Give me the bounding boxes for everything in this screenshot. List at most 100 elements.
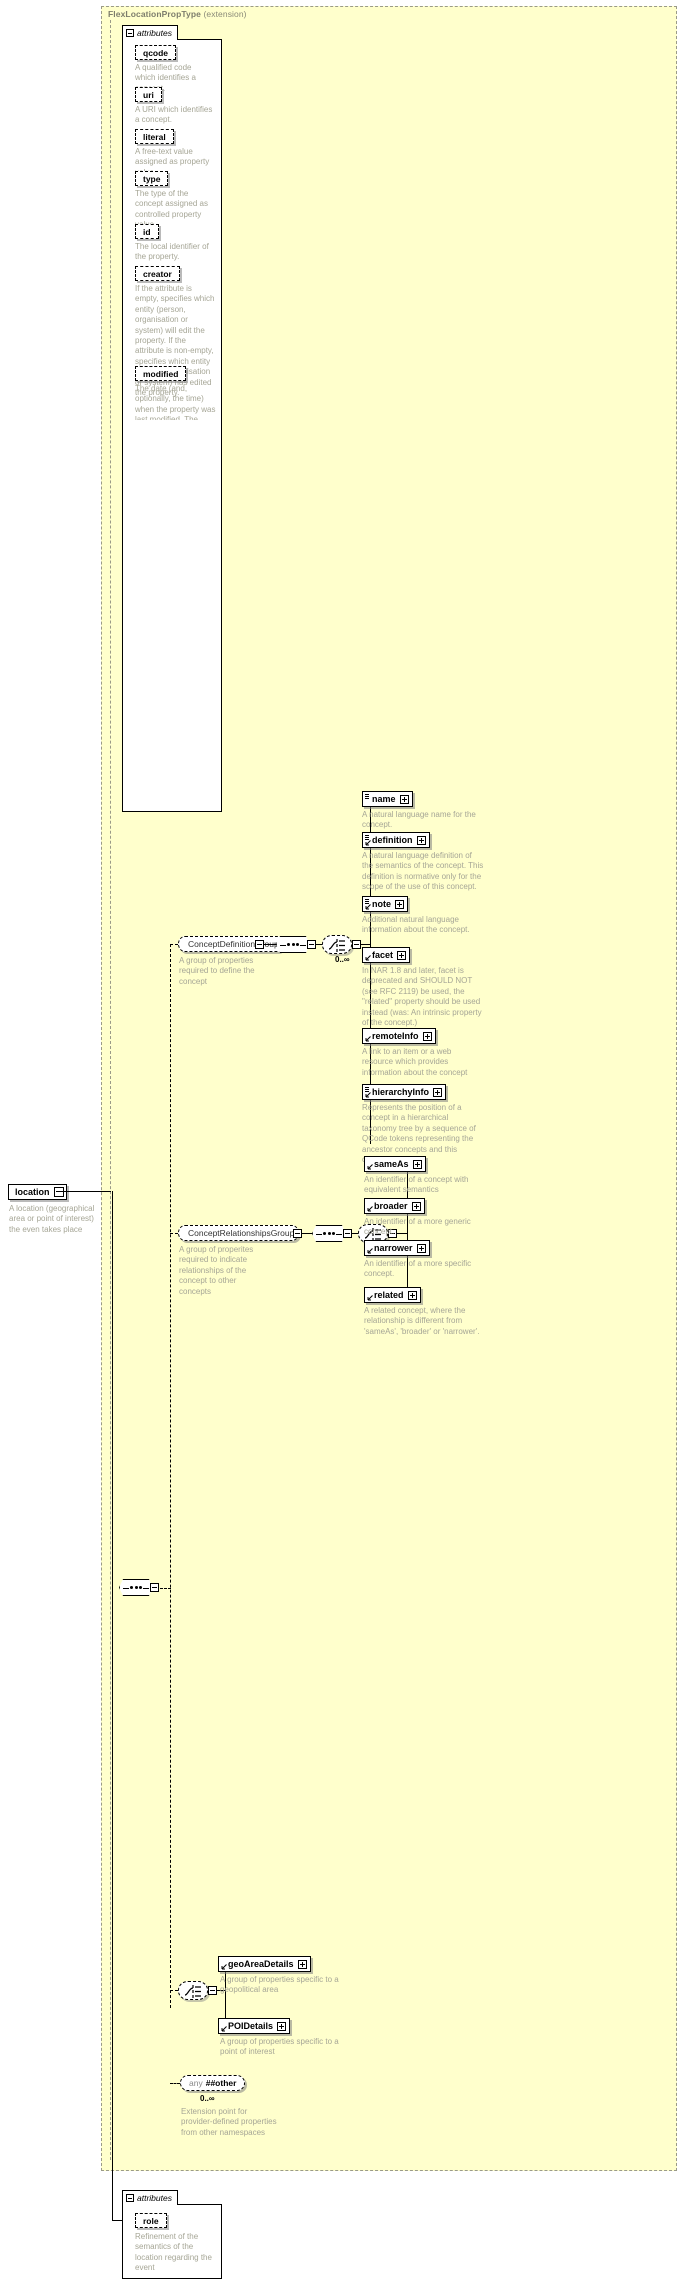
plus-icon[interactable] [395, 899, 404, 909]
attribute-name: role [143, 2215, 159, 2226]
element-location[interactable]: location [8, 1184, 67, 1200]
any-namespace: ##other [205, 2078, 237, 2088]
ref-arrow-icon [365, 955, 371, 961]
plus-icon[interactable] [433, 1087, 443, 1097]
element-geoareadetails[interactable]: geoAreaDetails [218, 1956, 311, 1972]
attributes-panel-top-lower [122, 420, 222, 812]
plus-icon[interactable] [411, 1201, 421, 1211]
attribute-id[interactable]: id [135, 224, 159, 239]
attributes-label: attributes [137, 2193, 172, 2203]
attributes-toggle-top[interactable]: attributes [122, 25, 178, 40]
ref-arrow-icon [365, 1092, 371, 1098]
attribute-name: literal [143, 131, 166, 142]
element-hierarchyinfo[interactable]: hierarchyInfo [362, 1084, 447, 1100]
attribute-id-description: The local identifier of the property. [135, 242, 209, 262]
sequence-cdg-collapse[interactable] [307, 940, 316, 949]
group-concept-relationships[interactable]: ConceptRelationshipsGroup [178, 1225, 300, 1241]
seq-bar-right [336, 1233, 342, 1235]
element-narrower[interactable]: narrower [364, 1240, 430, 1256]
attribute-role-description: Refinement of the semantics of the locat… [135, 2232, 212, 2273]
plus-icon[interactable] [277, 2021, 287, 2031]
choice-glyph-icon [184, 1985, 201, 1998]
extension-any-description: Extension point for provider-defined pro… [181, 2107, 277, 2137]
choice-connector-details[interactable] [178, 1981, 208, 2000]
sequence-dots-icon [287, 943, 299, 946]
attribute-name: creator [143, 268, 172, 279]
group-concept-definition-collapse[interactable] [255, 940, 264, 949]
choice-connector-cdg[interactable] [322, 935, 352, 954]
plus-icon[interactable] [412, 1159, 422, 1169]
ref-arrow-icon [365, 840, 371, 846]
attribute-qcode[interactable]: qcode [135, 45, 177, 60]
extension-any-other[interactable]: any ##other [180, 2075, 246, 2091]
element-broader[interactable]: broader [364, 1198, 425, 1214]
sequence-dots-icon [130, 1586, 142, 1589]
extension-type-name: FlexLocationPropType [108, 9, 201, 19]
element-lines-icon [364, 898, 369, 904]
element-facet[interactable]: facet [362, 947, 411, 963]
branch-to-concept-relationships-group [170, 1233, 178, 1234]
element-name[interactable]: name [362, 791, 413, 807]
element-label: POIDetails [228, 2020, 274, 2031]
attribute-uri[interactable]: uri [135, 87, 162, 102]
attribute-name: qcode [143, 47, 169, 58]
choice-details-collapse[interactable] [208, 1986, 217, 1995]
element-sameas[interactable]: sameAs [364, 1156, 426, 1172]
seq-bar-right [300, 944, 306, 946]
branch-to-concept-definition-group [170, 944, 178, 945]
element-remoteinfo[interactable]: remoteInfo [362, 1028, 436, 1044]
group-concept-relationships-collapse[interactable] [293, 1229, 302, 1238]
plus-icon[interactable] [297, 1959, 307, 1969]
attribute-literal[interactable]: literal [135, 129, 174, 144]
element-label: note [372, 898, 391, 909]
cardinality-extension-any: 0..∞ [200, 2094, 215, 2103]
attribute-role[interactable]: role [135, 2213, 167, 2228]
attribute-creator[interactable]: creator [135, 266, 180, 281]
element-label: hierarchyInfo [372, 1086, 430, 1097]
attributes-toggle-bottom[interactable]: attributes [122, 2190, 178, 2205]
connector-location-to-attributes-bottom [112, 1191, 113, 2220]
element-remoteinfo-description: A link to an item or a web resource whic… [362, 1047, 468, 1077]
element-definition-description: A natural language definition of the sem… [362, 851, 484, 892]
element-poidetails[interactable]: POIDetails [218, 2018, 291, 2034]
minus-icon[interactable] [53, 1187, 64, 1197]
element-note[interactable]: note [362, 896, 408, 912]
element-related-description: A related concept, where the relationshi… [364, 1306, 480, 1336]
plus-icon[interactable] [407, 1290, 417, 1300]
minus-icon[interactable] [126, 2194, 134, 2202]
plus-icon[interactable] [416, 1243, 426, 1253]
element-definition[interactable]: definition [362, 832, 430, 848]
element-poidetails-description: A group of properties specific to a poin… [220, 2037, 339, 2057]
branch-to-extension-any [170, 2083, 180, 2084]
attribute-name: id [143, 226, 151, 237]
connector-choice-cdg-out [361, 944, 370, 945]
element-sameas-description: An identifier of a concept with equivale… [364, 1175, 469, 1195]
element-note-description: Additional natural language information … [362, 915, 470, 935]
element-geoareadetails-description: A group of properties specific to a geop… [220, 1975, 339, 1995]
plus-icon[interactable] [399, 794, 409, 804]
plus-icon[interactable] [422, 1031, 432, 1041]
attributes-label: attributes [137, 28, 172, 38]
ref-arrow-icon [221, 2026, 227, 2032]
sequence-crg-collapse[interactable] [343, 1229, 352, 1238]
element-lines-icon [364, 834, 369, 840]
ref-arrow-icon [367, 1164, 373, 1170]
element-label: definition [372, 834, 413, 845]
element-label: broader [374, 1200, 408, 1211]
plus-icon[interactable] [397, 950, 407, 960]
sequence-connector-main[interactable] [119, 1579, 153, 1596]
sequence-collapse-main[interactable] [150, 1583, 159, 1592]
choice-cdg-collapse[interactable] [352, 940, 361, 949]
element-label: geoAreaDetails [228, 1958, 294, 1969]
attribute-modified[interactable]: modified [135, 366, 187, 381]
plus-icon[interactable] [416, 835, 426, 845]
attribute-type[interactable]: type [135, 171, 169, 186]
element-label: sameAs [374, 1158, 409, 1169]
minus-icon[interactable] [126, 29, 134, 37]
cardinality-cdg: 0..∞ [335, 955, 350, 964]
sequence-connector-cdg[interactable] [276, 936, 310, 953]
element-narrower-description: An identifier of a more specific concept… [364, 1259, 472, 1279]
sequence-connector-crg[interactable] [312, 1225, 346, 1242]
ref-arrow-icon [367, 1295, 373, 1301]
element-related[interactable]: related [364, 1287, 421, 1303]
